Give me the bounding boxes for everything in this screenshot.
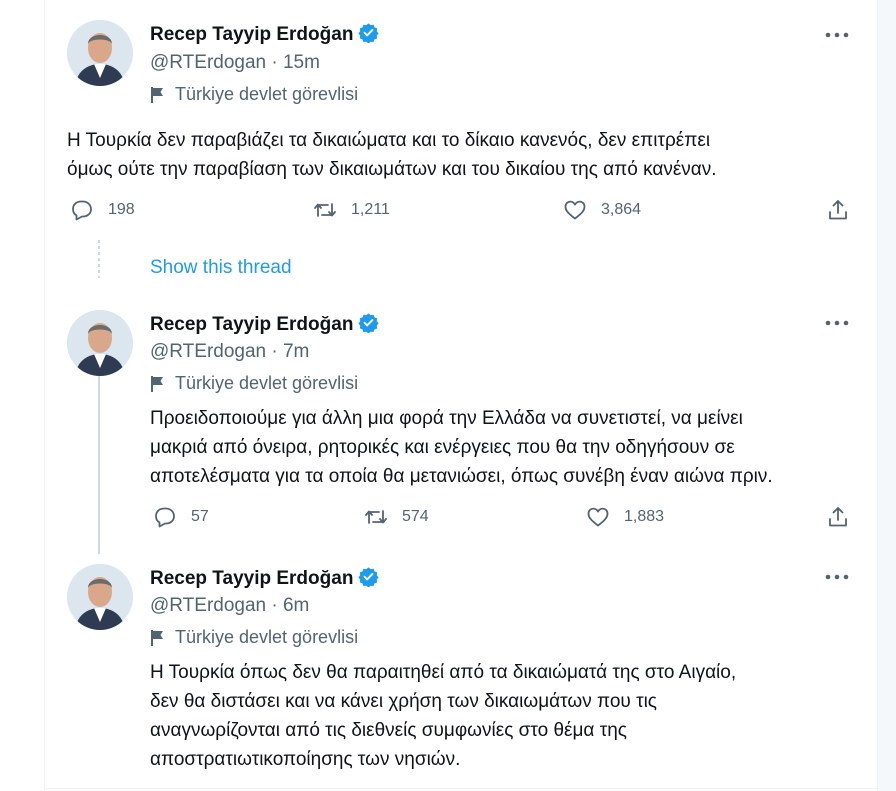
tweet-text-line: όμως ούτε την παραβίαση των δικαιωμάτων …: [67, 159, 717, 180]
tweet-text: Η Τουρκία όπως δεν θα παραιτηθεί από τα …: [150, 658, 860, 774]
label-text: Türkiye devlet görevlisi: [175, 627, 359, 647]
tweet-text-line: δεν θα διστάσει και να κάνει χρήση των δ…: [150, 691, 657, 712]
retweet-icon: [314, 203, 336, 217]
tweet-text-line: Η Τουρκία όπως δεν θα παραιτηθεί από τα …: [150, 662, 737, 683]
government-label[interactable]: Türkiye devlet görevlisi: [150, 627, 358, 648]
avatar-portrait-icon: [67, 564, 133, 630]
tweet-text-line: μακριά από όνειρα, ρητορικές και ενέργει…: [150, 437, 735, 458]
author-name[interactable]: Recep Tayyip Erdoğan: [150, 312, 379, 336]
reply-icon: [155, 507, 175, 528]
author-name[interactable]: Recep Tayyip Erdoğan: [150, 22, 379, 46]
verified-badge-icon: [358, 567, 379, 587]
like-button[interactable]: 1,883: [586, 505, 664, 529]
like-count: 1,883: [624, 508, 665, 525]
author-handle-time[interactable]: @RTErdogan · 7m: [150, 341, 309, 363]
tweet-divider: [44, 788, 878, 789]
like-count: 3,864: [601, 201, 642, 218]
tweet-text-line: Προειδοποιούμε για άλλη μια φορά την Ελλ…: [150, 408, 743, 429]
retweet-button[interactable]: 574: [364, 505, 429, 529]
page-margin: [878, 0, 896, 791]
tweet-text: Η Τουρκία δεν παραβιάζει τα δικαιώματα κ…: [67, 126, 847, 184]
more-options-icon[interactable]: [824, 572, 850, 582]
author-handle-time[interactable]: @RTErdogan · 6m: [150, 595, 309, 617]
avatar-portrait-icon: [67, 310, 133, 376]
flag-icon: [151, 86, 163, 103]
tweet-text: Προειδοποιούμε για άλλη μια φορά την Ελλ…: [150, 404, 860, 491]
retweet-button[interactable]: 1,211: [313, 198, 390, 222]
reply-count: 198: [108, 201, 135, 218]
more-options-icon[interactable]: [824, 30, 850, 40]
share-icon[interactable]: [826, 198, 850, 222]
verified-badge-icon: [358, 23, 379, 43]
avatar[interactable]: [67, 20, 133, 86]
verified-badge-icon: [358, 313, 379, 333]
tweet-text-line: αποστρατιωτικοποίησης των νησιών.: [150, 749, 461, 770]
avatar[interactable]: [67, 564, 133, 630]
label-text: Türkiye devlet görevlisi: [175, 373, 359, 393]
reply-button[interactable]: 57: [153, 505, 209, 529]
more-options-icon[interactable]: [824, 318, 850, 328]
government-label[interactable]: Türkiye devlet görevlisi: [150, 373, 358, 394]
show-thread-link[interactable]: Show this thread: [150, 257, 292, 279]
retweet-count: 1,211: [351, 201, 390, 218]
tweet-text-line: αναγνωρίζονται από τις διεθνείς συμφωνίε…: [150, 720, 627, 741]
government-label[interactable]: Türkiye devlet görevlisi: [150, 84, 358, 105]
like-icon: [587, 507, 609, 527]
author-handle-time[interactable]: @RTErdogan · 15m: [150, 52, 320, 74]
retweet-count: 574: [402, 508, 429, 525]
share-icon[interactable]: [826, 505, 850, 529]
reply-icon: [72, 200, 92, 221]
tweet-text-line: αποτελέσματα για τα οποία θα μετανιώσει,…: [150, 466, 773, 487]
thread-connector-line: [98, 376, 100, 554]
retweet-icon: [365, 510, 387, 524]
avatar-portrait-icon: [67, 20, 133, 86]
reply-button[interactable]: 198: [70, 198, 135, 222]
like-button[interactable]: 3,864: [563, 198, 641, 222]
author-name[interactable]: Recep Tayyip Erdoğan: [150, 566, 379, 590]
reply-count: 57: [191, 508, 209, 525]
tweet-text-line: Η Τουρκία δεν παραβιάζει τα δικαιώματα κ…: [67, 130, 711, 151]
flag-icon: [151, 629, 163, 646]
avatar[interactable]: [67, 310, 133, 376]
like-icon: [564, 200, 586, 220]
flag-icon: [151, 375, 163, 392]
label-text: Türkiye devlet görevlisi: [175, 84, 359, 104]
thread-dotted-connector: [98, 240, 100, 278]
